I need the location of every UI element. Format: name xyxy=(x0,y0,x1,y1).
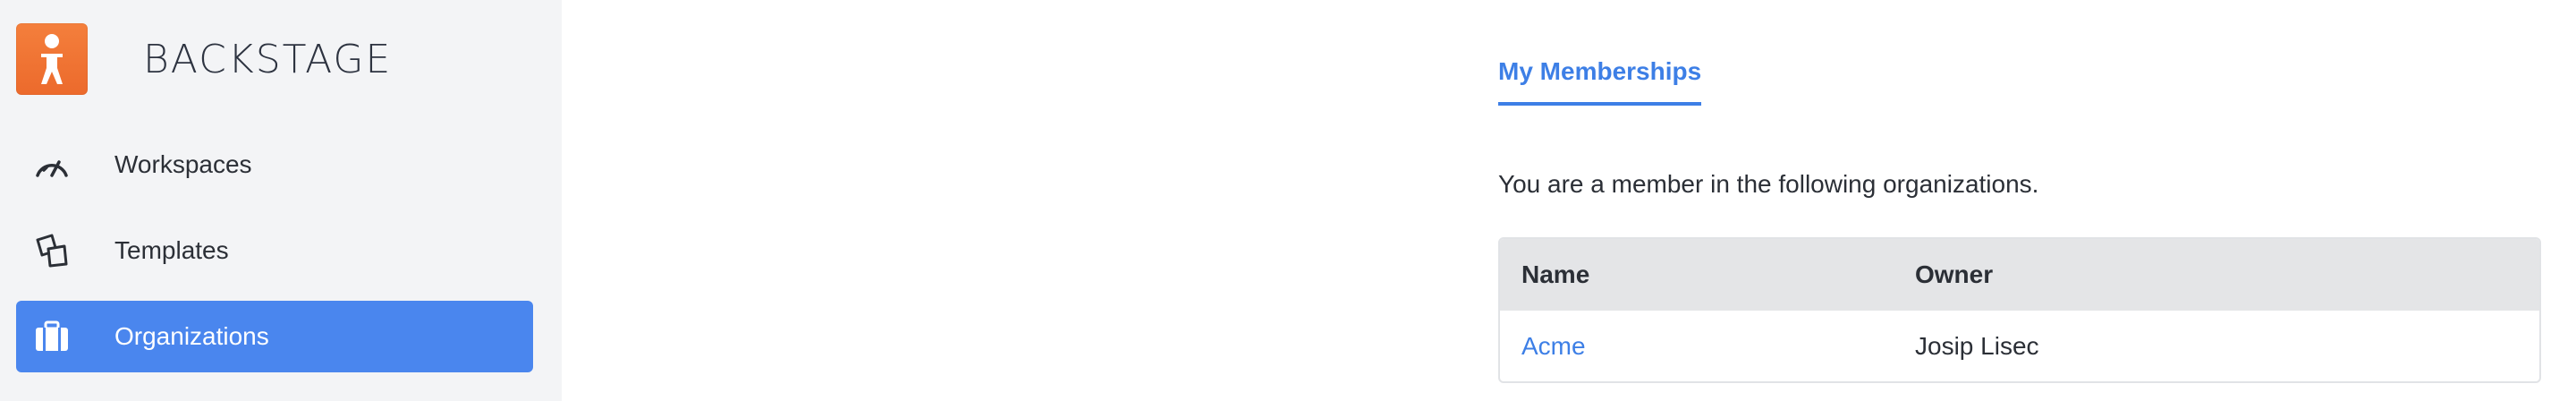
column-header-name: Name xyxy=(1521,260,1590,288)
table-row: Acme Josip Lisec xyxy=(1500,311,2539,381)
sidebar-item-label: Workspaces xyxy=(114,150,252,178)
sidebar: BACKSTAGE Workspaces Templates Organizat… xyxy=(0,0,562,401)
organization-link[interactable]: Acme xyxy=(1521,332,1586,360)
memberships-table: Name Owner Acme Josip Lisec xyxy=(1498,237,2541,383)
brand-name: BACKSTAGE xyxy=(143,36,393,82)
table-header: Name Owner xyxy=(1500,239,2539,311)
briefcase-icon xyxy=(32,317,72,356)
brand[interactable]: BACKSTAGE xyxy=(16,23,392,95)
gauge-icon xyxy=(32,145,72,184)
app: BACKSTAGE Workspaces Templates Organizat… xyxy=(0,0,2576,401)
column-header-owner: Owner xyxy=(1915,260,1994,288)
backstage-logo-icon xyxy=(16,23,88,95)
sidebar-item-organizations[interactable]: Organizations xyxy=(16,301,533,372)
tab-my-memberships[interactable]: My Memberships xyxy=(1498,57,1702,106)
owner-cell: Josip Lisec xyxy=(1915,332,2039,360)
sidebar-item-workspaces[interactable]: Workspaces xyxy=(16,129,533,200)
sidebar-item-label: Templates xyxy=(114,236,229,264)
sidebar-item-templates[interactable]: Templates xyxy=(16,215,533,286)
sidebar-item-label: Organizations xyxy=(114,322,269,350)
tab-active-indicator xyxy=(1498,102,1702,106)
memberships-intro-text: You are a member in the following organi… xyxy=(1498,170,2039,198)
tab-label: My Memberships xyxy=(1498,57,1702,85)
stacked-cards-icon xyxy=(32,231,72,270)
sidebar-nav: Workspaces Templates Organizations xyxy=(16,129,533,387)
main-content: My Memberships You are a member in the f… xyxy=(562,0,2576,401)
